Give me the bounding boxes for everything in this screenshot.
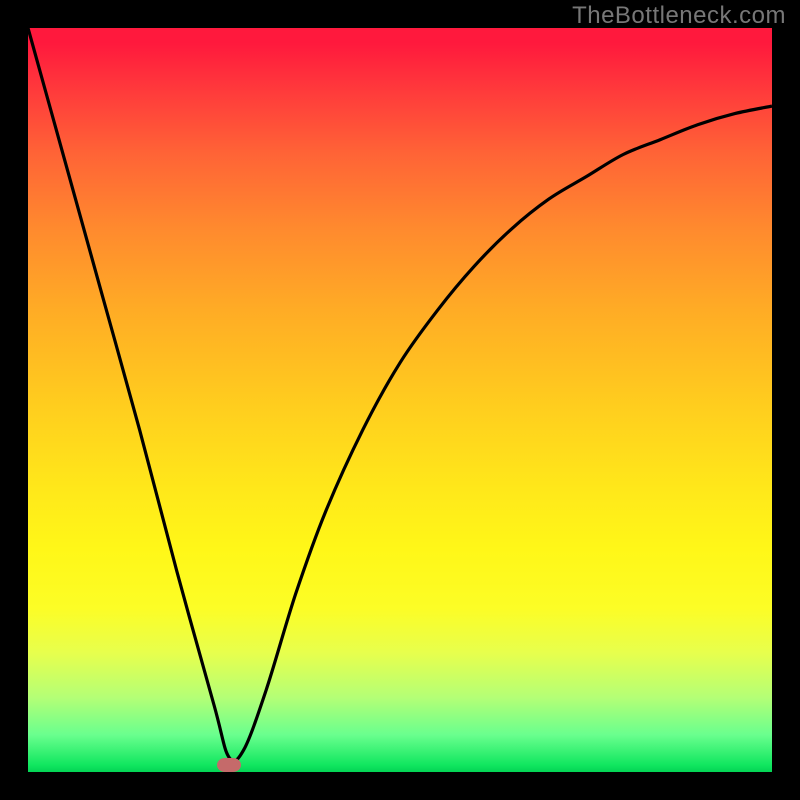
chart-frame: TheBottleneck.com [0,0,800,800]
bottleneck-curve-svg [28,28,772,772]
watermark-text: TheBottleneck.com [572,2,786,30]
optimal-point-marker [217,758,241,772]
bottleneck-curve-path [28,28,772,761]
